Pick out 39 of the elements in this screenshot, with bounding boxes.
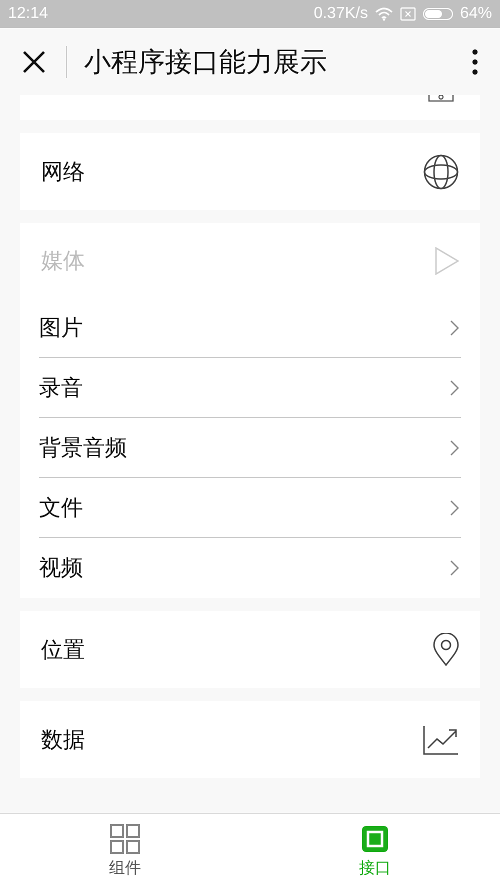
grid-icon — [110, 824, 140, 854]
chevron-icon — [450, 320, 459, 336]
page-title: 小程序接口能力展示 — [84, 46, 328, 80]
section-title: 位置 — [41, 636, 85, 664]
item-label: 文件 — [39, 494, 83, 522]
play-icon — [435, 246, 459, 274]
sim-icon — [400, 7, 416, 21]
cut-off-icon — [428, 95, 454, 102]
menu-item[interactable]: 视频 — [39, 538, 461, 598]
section-title: 媒体 — [41, 248, 85, 276]
menu-item[interactable]: 文件 — [39, 478, 461, 538]
section-title: 网络 — [41, 158, 85, 186]
line-chart-icon — [423, 724, 459, 754]
item-label: 图片 — [39, 314, 83, 342]
chevron-icon — [450, 500, 459, 516]
item-label: 录音 — [39, 374, 83, 402]
network-speed: 0.37K/s — [314, 5, 368, 23]
section-header[interactable]: 网络 — [20, 133, 480, 210]
close-icon[interactable] — [22, 50, 46, 74]
menu-item[interactable]: 录音 — [39, 358, 461, 418]
section-title: 数据 — [41, 726, 85, 754]
status-time: 12:14 — [8, 5, 48, 23]
menu-item[interactable]: 图片 — [39, 298, 461, 358]
wifi-icon — [374, 7, 393, 21]
more-icon[interactable] — [472, 48, 478, 74]
section-header[interactable]: 位置 — [20, 611, 480, 688]
battery-icon — [422, 8, 453, 20]
item-label: 视频 — [39, 555, 83, 583]
battery-percent: 64% — [460, 5, 492, 23]
chip-icon — [360, 824, 390, 854]
chevron-icon — [450, 380, 459, 396]
item-label: 背景音频 — [39, 434, 127, 462]
chevron-icon — [450, 560, 459, 576]
globe-icon — [423, 154, 459, 190]
chevron-icon — [450, 440, 459, 456]
menu-item[interactable]: 背景音频 — [39, 418, 461, 478]
section-header[interactable]: 数据 — [20, 701, 480, 778]
tab[interactable]: 组件 — [0, 814, 250, 889]
location-pin-icon — [433, 632, 459, 666]
